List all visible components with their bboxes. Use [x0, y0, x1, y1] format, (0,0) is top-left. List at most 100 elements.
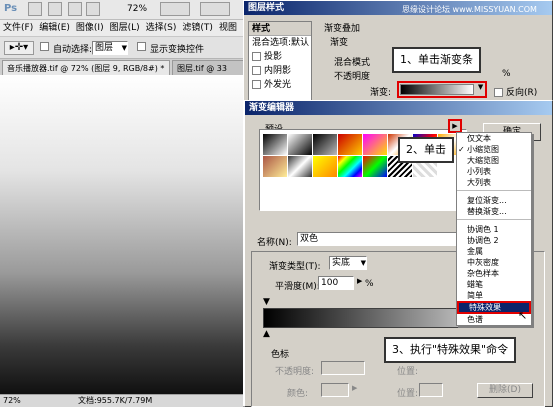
menu-filter[interactable]: 滤镜(T) [182, 23, 213, 33]
preset-swatch[interactable] [263, 134, 287, 155]
menu-item-reset[interactable]: 复位渐变... [457, 195, 531, 206]
smoothness-label: 平滑度(M): [275, 282, 320, 292]
status-doc-size: 文档:955.7K/7.79M [78, 396, 153, 405]
style-item-inner-shadow[interactable]: 内阴影 [249, 64, 311, 78]
menu-file[interactable]: 文件(F) [3, 23, 33, 33]
name-field[interactable]: 双色 [297, 232, 457, 246]
document-tabs: 音乐播放器.tif @ 72% (图层 9, RGB/8#) * 图层.tif … [0, 59, 250, 75]
menu-item-label: 小缩览图 [467, 145, 499, 154]
auto-select-dropdown[interactable]: 图层 ▼ [92, 41, 128, 55]
menu-item-harmonies-2[interactable]: 协调色 2 [457, 235, 531, 246]
gradient-bar[interactable] [400, 84, 474, 95]
reverse-checkbox[interactable]: 反向(R) [494, 85, 537, 98]
status-zoom: 72% [3, 396, 21, 405]
menu-item-replace[interactable]: 替换渐变... [457, 206, 531, 217]
style-blend-options[interactable]: 混合选项:默认 [249, 36, 311, 50]
chevron-down-icon: ▼ [360, 259, 366, 267]
style-list: 样式 混合选项:默认 投影 内阴影 外发光 [248, 21, 312, 101]
auto-select-value: 图层 [95, 43, 114, 53]
zoom-tool-icon[interactable] [86, 2, 100, 16]
preset-swatch[interactable] [288, 134, 312, 155]
move-tool-icon[interactable]: ▸✛▾ [4, 41, 34, 55]
style-item-outer-glow[interactable]: 外发光 [249, 78, 311, 92]
preset-swatch[interactable] [363, 134, 387, 155]
watermark: 思缘设计论坛 www.MISSYUAN.COM [402, 5, 537, 14]
stop-color-swatch [321, 383, 349, 397]
opacity-position-label: 位置: [397, 367, 419, 377]
checkmark-icon: ✓ [458, 145, 465, 154]
menu-item-text-only[interactable]: 仅文本 [457, 133, 531, 144]
smoothness-unit: % [365, 279, 374, 289]
menu-item-metals[interactable]: 金属 [457, 246, 531, 257]
preset-swatch[interactable] [313, 156, 337, 177]
menu-item-neutral-density[interactable]: 中灰密度 [457, 257, 531, 268]
opacity-unit: % [502, 69, 511, 79]
hand-tool-icon[interactable] [68, 2, 82, 16]
smoothness-stepper-icon[interactable]: ▶ [357, 277, 362, 285]
gradient-editor-title: 渐变编辑器 [245, 101, 552, 115]
menu-item-large-thumbnail[interactable]: 大缩览图 [457, 155, 531, 166]
gradient-label: 渐变: [370, 88, 392, 98]
preset-swatch[interactable] [338, 156, 362, 177]
auto-select-label: 自动选择: [53, 45, 93, 55]
preset-menu-button[interactable]: ▶ [448, 119, 462, 133]
app-logo: Ps [4, 3, 18, 14]
preset-swatch[interactable] [288, 156, 312, 177]
style-list-header[interactable]: 样式 [249, 22, 311, 36]
tab-active-document[interactable]: 音乐播放器.tif @ 72% (图层 9, RGB/8#) * [2, 60, 170, 75]
gradient-bar-highlight: ▼ [397, 81, 487, 98]
color-stop-icon[interactable]: ▲ [263, 329, 270, 339]
preset-context-menu: 仅文本 ✓ 小缩览图 大缩览图 小列表 大列表 复位渐变... 替换渐变... 协… [456, 132, 532, 326]
tab-second-document[interactable]: 图层.tif @ 33 [172, 60, 248, 75]
color-position-label: 位置: [397, 389, 419, 399]
chevron-down-icon[interactable]: ▼ [478, 83, 483, 91]
mouse-cursor-icon: ↖ [518, 309, 528, 322]
menu-layer[interactable]: 图层(L) [110, 23, 140, 33]
callout-step1: 1、单击渐变条 [392, 47, 481, 73]
type-dropdown[interactable]: 实底 ▼ [329, 256, 367, 270]
preset-swatch[interactable] [313, 134, 337, 155]
style-item-label: 内阴影 [264, 66, 292, 76]
chevron-down-icon: ▼ [121, 44, 127, 52]
show-transform-label: 显示变换控件 [150, 45, 205, 55]
style-item-drop-shadow[interactable]: 投影 [249, 50, 311, 64]
zoom-level[interactable]: 72% [127, 4, 147, 14]
menu-item-large-list[interactable]: 大列表 [457, 177, 531, 188]
preset-swatch[interactable] [338, 134, 362, 155]
section-title: 渐变叠加 [324, 24, 361, 34]
menu-edit[interactable]: 编辑(E) [39, 23, 70, 33]
menu-image[interactable]: 图像(I) [76, 23, 104, 33]
stop-color-label: 颜色: [287, 389, 309, 399]
view-extras-icon[interactable] [160, 2, 190, 16]
menu-item-small-list[interactable]: 小列表 [457, 166, 531, 177]
menu-select[interactable]: 选择(S) [146, 23, 177, 33]
preset-swatch[interactable] [363, 156, 387, 177]
smoothness-field[interactable]: 100 [318, 276, 354, 290]
blend-mode-label: 混合模式 [334, 58, 371, 68]
gradient-group-title: 渐变 [330, 38, 349, 48]
style-item-label: 投影 [264, 52, 283, 62]
type-value: 实底 [332, 258, 351, 268]
opacity-stop-icon[interactable]: ▼ [263, 297, 270, 307]
status-bar: 72% 文档:955.7K/7.79M [0, 394, 250, 407]
bridge-icon[interactable] [28, 2, 42, 16]
callout-step3: 3、执行"特殊效果"命令 [384, 337, 517, 363]
preset-swatch[interactable] [263, 156, 287, 177]
mini-bridge-icon[interactable] [48, 2, 62, 16]
name-label: 名称(N): [257, 238, 292, 248]
type-label: 渐变类型(T): [269, 262, 321, 272]
auto-select-checkbox[interactable] [40, 42, 52, 52]
menu-item-noise-samples[interactable]: 杂色样本 [457, 268, 531, 279]
delete-color-stop-button: 删除(D) [477, 383, 533, 398]
arrange-documents-icon[interactable] [200, 2, 230, 16]
menu-item-harmonies-1[interactable]: 协调色 1 [457, 224, 531, 235]
menu-item-simple[interactable]: 简单 [457, 290, 531, 301]
document-canvas[interactable] [0, 75, 250, 394]
menu-item-small-thumbnail[interactable]: ✓ 小缩览图 [457, 144, 531, 155]
opacity-label: 不透明度 [334, 72, 371, 82]
show-transform-checkbox[interactable] [137, 42, 149, 52]
color-position-field [419, 383, 443, 397]
menu-item-pastels[interactable]: 蜡笔 [457, 279, 531, 290]
options-bar: ▸✛▾ 自动选择: 图层 ▼ 显示变换控件 [0, 37, 250, 59]
arrow-right-icon: ▶ [452, 122, 458, 130]
